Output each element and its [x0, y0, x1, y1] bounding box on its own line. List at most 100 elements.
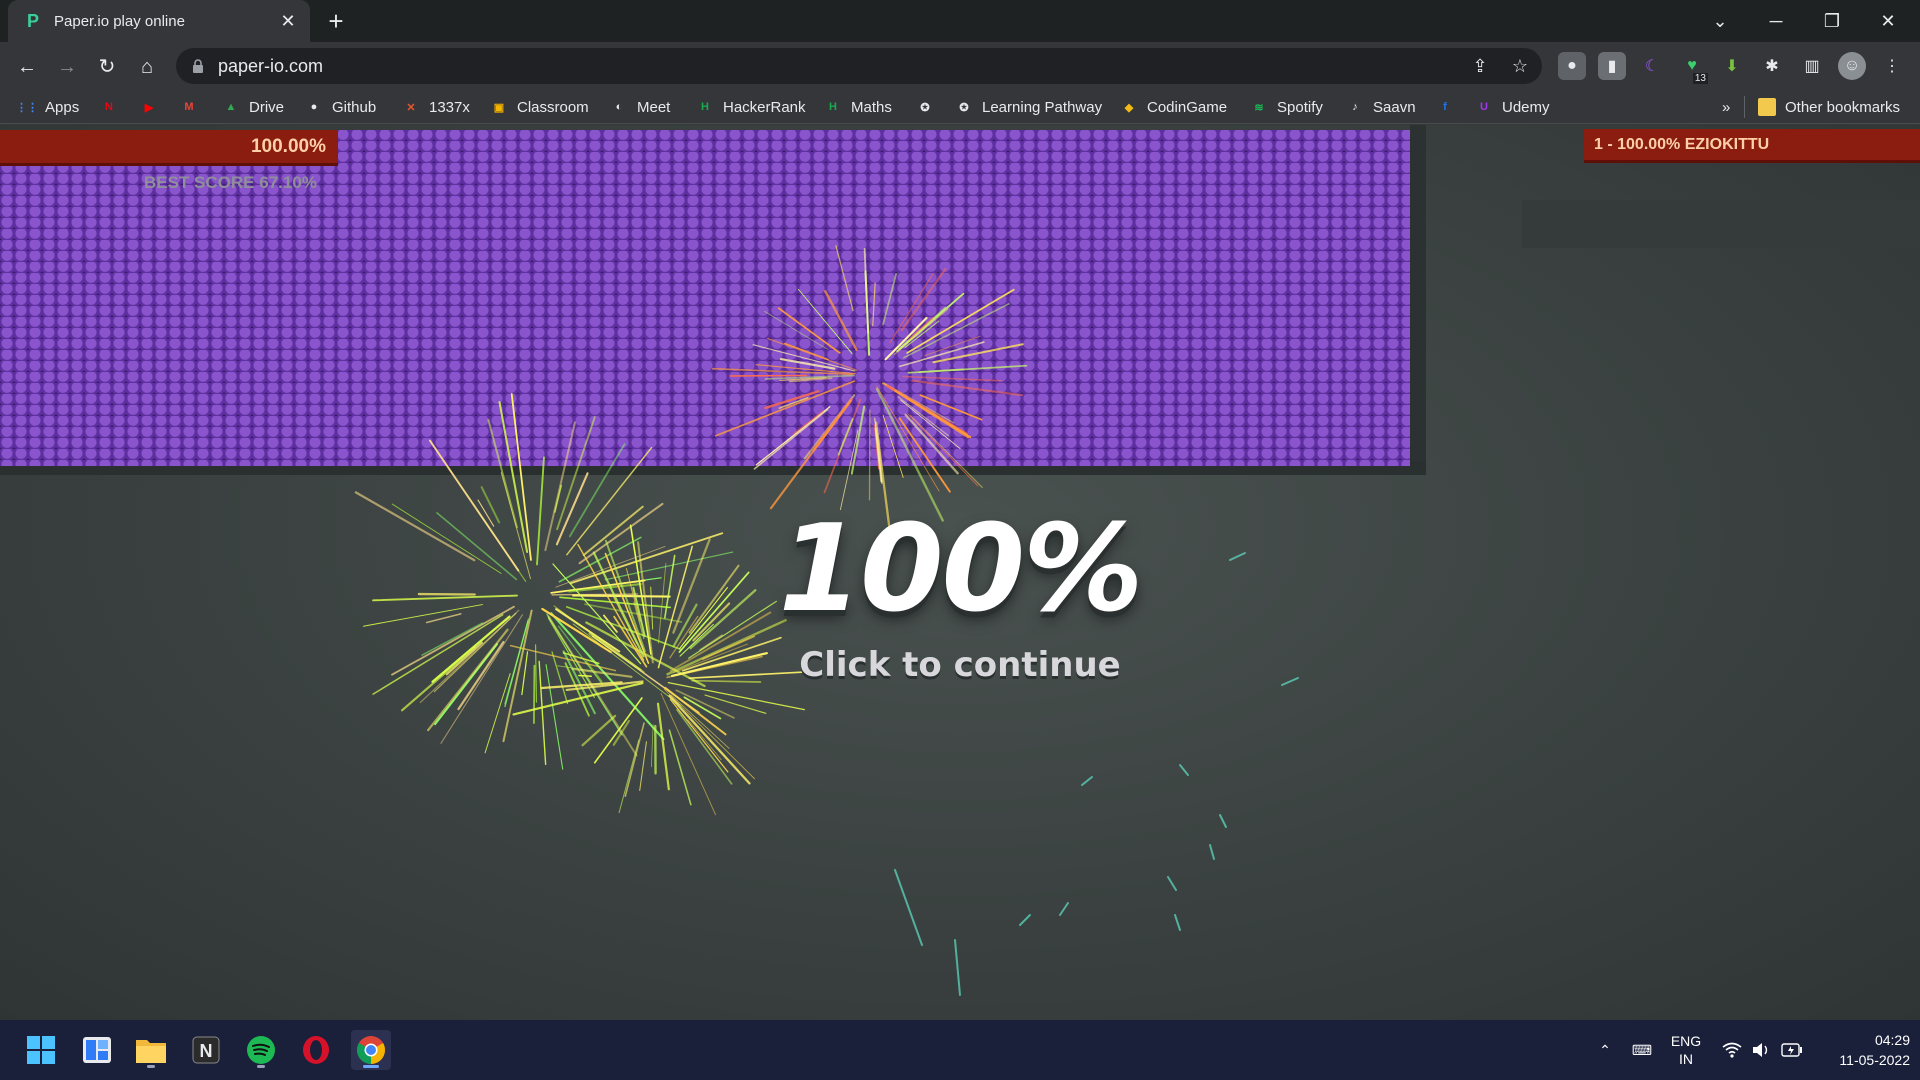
github-icon: ● [310, 101, 318, 113]
profile-avatar[interactable]: ☺ [1838, 52, 1866, 80]
bookmark-item[interactable]: ♪ Saavn [1346, 96, 1416, 118]
youtube-icon: ▶ [144, 101, 154, 114]
leaderboard-entry-text: 1 - 100.00% EZIOKITTU [1594, 136, 1770, 153]
tab-search-icon[interactable]: ⌄ [1698, 6, 1742, 36]
opera-icon[interactable] [296, 1030, 336, 1070]
bookmark-item[interactable]: ● Github [305, 96, 377, 118]
other-bookmarks-folder[interactable]: Other bookmarks [1758, 96, 1900, 118]
netflix-icon: N [105, 101, 113, 113]
bookmark-item[interactable]: ▶ [140, 96, 167, 118]
drive-icon: ▲ [225, 101, 237, 113]
bookmark-label: HackerRank [723, 98, 806, 116]
bookmark-item[interactable]: H HackerRank [696, 96, 806, 118]
bookmark-label: Github [332, 98, 377, 116]
score-value: 100.00% [250, 136, 326, 157]
lock-icon [193, 59, 203, 73]
facebook-icon: f [1443, 101, 1447, 113]
clock-date: 11-05-2022 [1839, 1052, 1910, 1068]
home-icon[interactable]: ⌂ [132, 52, 162, 82]
tab-title: Paper.io play online [54, 12, 185, 30]
extension-icon[interactable]: ▮ [1598, 52, 1626, 80]
classroom-icon: ▣ [493, 101, 505, 114]
extension-badge-icon[interactable]: ♥ 13 [1678, 52, 1708, 84]
bookmark-item[interactable]: ✕ 1337x [402, 96, 469, 118]
side-panel-icon[interactable]: ▥ [1798, 52, 1826, 80]
spotify-icon[interactable] [241, 1030, 281, 1070]
extension-badge-count: 13 [1692, 73, 1708, 84]
close-window-icon[interactable]: ✕ [1866, 6, 1910, 36]
bookmark-label: Saavn [1373, 98, 1416, 116]
bookmark-item[interactable]: ▣ Classroom [490, 96, 589, 118]
language-code: ENG [1670, 1033, 1702, 1049]
bookmark-item[interactable]: N [100, 96, 127, 118]
leaderboard-panel [1522, 200, 1920, 248]
bookmark-label: Drive [249, 98, 285, 116]
meet-icon: ◐ [615, 101, 623, 113]
spotify-icon: ≋ [1254, 101, 1264, 114]
bookmarks-overflow-icon[interactable]: » [1722, 96, 1730, 118]
volume-icon[interactable] [1748, 1020, 1774, 1080]
close-tab-icon[interactable]: ✕ [278, 11, 298, 32]
bookmark-item[interactable]: ▲ Drive [222, 96, 284, 118]
minimize-icon[interactable]: ─ [1754, 6, 1798, 36]
bookmark-star-icon[interactable]: ☆ [1508, 54, 1532, 78]
download-arrow-icon[interactable]: ⬇ [1718, 52, 1746, 80]
click-to-continue[interactable]: Click to continue [760, 645, 1160, 685]
tray-chevron-icon[interactable]: ⌃ [1590, 1020, 1620, 1080]
score-bar: 100.00% [0, 130, 338, 166]
game-canvas[interactable]: 100.00% BEST SCORE 67.10% 1 - 100.00% EZ… [0, 125, 1920, 1020]
bookmark-label: Maths [851, 98, 892, 116]
other-bookmarks-label: Other bookmarks [1785, 98, 1901, 116]
file-explorer-icon[interactable] [131, 1030, 171, 1070]
wifi-icon[interactable] [1718, 1020, 1746, 1080]
extension-icon[interactable]: ● [1558, 52, 1586, 80]
battery-icon[interactable] [1778, 1020, 1806, 1080]
codingame-icon: ◆ [1124, 101, 1134, 114]
bookmark-item[interactable]: ◆ CodinGame [1120, 96, 1227, 118]
bookmark-label: Learning Pathway [982, 98, 1103, 116]
reload-icon[interactable]: ↻ [92, 52, 122, 82]
new-tab-button[interactable]: + [322, 8, 350, 36]
clock-time: 04:29 [1874, 1032, 1910, 1048]
keyboard-icon[interactable]: ⌨ [1626, 1020, 1658, 1080]
bookmark-item[interactable]: ≋ Spotify [1250, 96, 1323, 118]
running-indicator [257, 1065, 265, 1068]
firework-burst [354, 393, 734, 770]
folder-icon [1758, 98, 1776, 116]
widgets-icon[interactable] [77, 1030, 117, 1070]
bookmark-item[interactable]: f [1436, 96, 1463, 118]
completion-percent: 100% [778, 500, 1144, 639]
x-icon: ✕ [406, 101, 416, 114]
bookmark-label: Spotify [1277, 98, 1323, 116]
language-indicator[interactable]: ENG IN [1664, 1020, 1708, 1080]
paperio-favicon-icon: P [26, 11, 39, 31]
windows-start-icon[interactable] [21, 1030, 61, 1070]
gmail-icon: M [184, 101, 194, 113]
running-indicator [147, 1065, 155, 1068]
share-icon[interactable]: ⇪ [1468, 54, 1492, 78]
bookmark-item[interactable]: U Udemy [1475, 96, 1550, 118]
bookmark-item[interactable]: ✪ Learning Pathway [955, 96, 1102, 118]
bookmark-item[interactable]: ✪ [916, 96, 943, 118]
svg-text:N: N [200, 1041, 213, 1061]
hackerrank-icon: H [829, 101, 837, 113]
address-bar[interactable]: paper-io.com ⇪ ☆ [176, 48, 1542, 84]
region-code: IN [1679, 1051, 1693, 1067]
menu-kebab-icon[interactable]: ⋮ [1878, 52, 1906, 80]
clock[interactable]: 04:29 11-05-2022 [1814, 1020, 1910, 1080]
back-icon[interactable]: ← [12, 52, 42, 82]
restore-icon[interactable]: ❐ [1810, 6, 1854, 36]
bookmark-item[interactable]: ◐ Meet [610, 96, 671, 118]
chrome-icon[interactable] [351, 1030, 391, 1070]
bookmark-item[interactable]: H Maths [824, 96, 892, 118]
bookmark-label: Meet [637, 98, 671, 116]
forward-icon[interactable]: → [52, 52, 82, 82]
bookmark-item[interactable]: ⋮⋮ Apps [16, 96, 79, 118]
browser-tab[interactable]: P Paper.io play online ✕ [8, 0, 310, 42]
extensions-puzzle-icon[interactable]: ✱ [1758, 52, 1786, 80]
dark-mode-moon-icon[interactable]: ☾ [1638, 52, 1666, 80]
divider [1744, 96, 1745, 118]
codechef-icon: ✪ [959, 101, 969, 114]
bookmark-item[interactable]: M [180, 96, 207, 118]
notion-icon[interactable]: N [186, 1030, 226, 1070]
